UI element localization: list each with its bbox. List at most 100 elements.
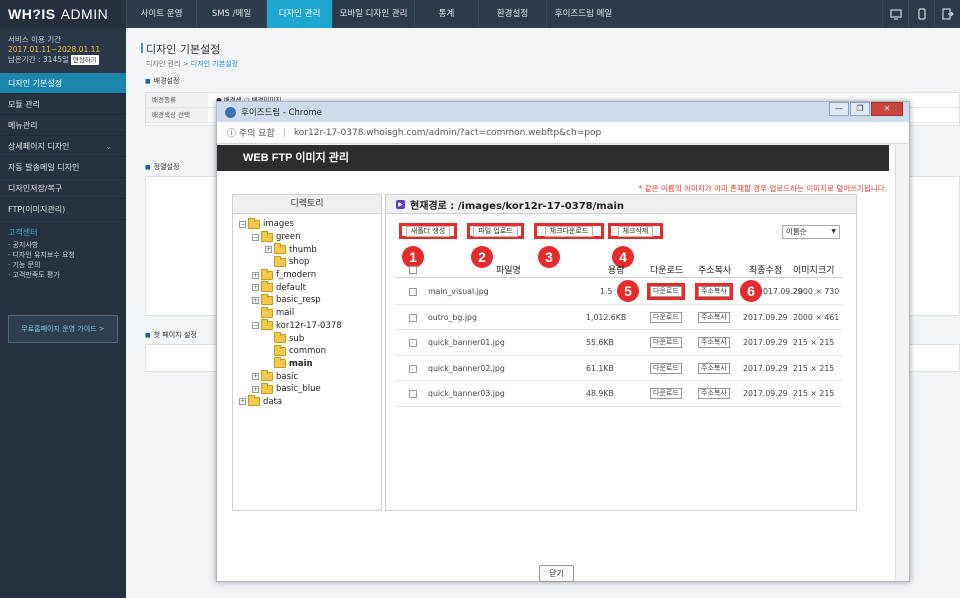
tree-node[interactable]: − green	[239, 230, 381, 244]
copy-address-button[interactable]: 주소복사	[698, 362, 730, 374]
collapse-icon[interactable]: −	[252, 233, 259, 241]
popup-scrollbar[interactable]	[895, 145, 909, 581]
tree-node[interactable]: − kor12r-17-0378	[239, 319, 381, 333]
sidebar-item[interactable]: 디자인저장/복구	[0, 178, 126, 199]
sidebar-item[interactable]: 자동 발송메일 디자인	[0, 157, 126, 178]
file-upload-button[interactable]: 파일 업로드	[467, 223, 524, 239]
row-checkbox[interactable]	[409, 339, 417, 348]
tree-node-label[interactable]: basic	[276, 372, 298, 382]
sidebar-item[interactable]: 디자인 기본설정	[0, 73, 126, 94]
expand-icon[interactable]: +	[252, 284, 259, 292]
sidebar-item[interactable]: 모듈 관리	[0, 94, 126, 115]
logout-icon[interactable]	[934, 0, 960, 28]
top-nav-item[interactable]: 환경설정	[478, 0, 546, 28]
row-checkbox[interactable]	[409, 288, 417, 296]
expand-icon[interactable]: +	[265, 246, 272, 254]
expand-icon[interactable]: +	[252, 373, 259, 381]
tree-node[interactable]: mail	[239, 306, 381, 320]
minimize-button[interactable]: —	[829, 102, 849, 116]
tree-node-label[interactable]: default	[276, 283, 306, 293]
extend-button[interactable]: 연장하기	[70, 55, 99, 65]
row-checkbox[interactable]	[409, 313, 417, 322]
tree-node-label[interactable]: green	[276, 232, 301, 242]
tree-node-label[interactable]: images	[263, 219, 294, 229]
file-name[interactable]: outro_bg.jpg	[428, 313, 477, 322]
sort-select[interactable]: 이름순	[782, 225, 840, 239]
tree-node-label[interactable]: basic_blue	[276, 384, 321, 394]
tree-node[interactable]: + thumb	[239, 243, 381, 256]
expand-icon[interactable]: +	[252, 271, 259, 279]
copy-address-button[interactable]: 주소복사	[698, 311, 730, 323]
tree-node[interactable]: + basic_blue	[239, 382, 381, 396]
tree-node[interactable]: main	[239, 357, 381, 371]
row-checkbox[interactable]	[409, 364, 417, 373]
tree-node[interactable]: common	[239, 344, 381, 358]
check-delete-button[interactable]: 체크삭제	[608, 223, 663, 239]
check-download-button[interactable]: 체크다운로드	[534, 223, 604, 239]
security-warning[interactable]: ⓘ 주의 요함	[227, 126, 275, 139]
file-name[interactable]: quick_banner02.jpg	[428, 364, 505, 373]
tree-node-label[interactable]: shop	[289, 257, 309, 267]
top-nav-item[interactable]: SMS /메일	[196, 0, 266, 28]
popup-titlebar[interactable]: 후이즈드림 - Chrome — ❐ ✕	[217, 102, 909, 122]
customer-center-link[interactable]: · 공지사항	[8, 240, 118, 250]
breadcrumb-current[interactable]: 디자인 기본설정	[191, 60, 238, 68]
chevron-down-icon[interactable]: ⌄	[105, 136, 112, 157]
download-button[interactable]: 다운로드	[650, 337, 682, 349]
file-name[interactable]: quick_banner01.jpg	[428, 338, 505, 347]
close-button[interactable]: 닫기	[539, 565, 574, 582]
expand-icon[interactable]: +	[252, 385, 259, 393]
file-name[interactable]: quick_banner03.jpg	[428, 389, 505, 398]
top-nav-item[interactable]: 후이즈드림 메일	[546, 0, 620, 28]
tree-node[interactable]: shop	[239, 255, 381, 269]
tree-node-label[interactable]: f_modern	[276, 270, 316, 280]
expand-icon[interactable]: +	[252, 296, 259, 304]
download-button[interactable]: 다운로드	[647, 283, 685, 300]
file-name[interactable]: main_visual.jpg	[428, 287, 489, 296]
mobile-icon[interactable]	[908, 0, 934, 28]
top-nav-item[interactable]: 디자인 관리	[266, 0, 332, 28]
tree-node[interactable]: + f_modern	[239, 268, 381, 282]
copy-address-button[interactable]: 주소복사	[698, 337, 730, 349]
tree-node-label[interactable]: main	[289, 359, 313, 369]
top-nav-item[interactable]: 모바일 디자인 관리	[332, 0, 414, 28]
tree-node-label[interactable]: basic_resp	[276, 295, 321, 305]
customer-center-link[interactable]: · 디자인 유지보수 요청	[8, 250, 118, 260]
url-text[interactable]: kor12r-17-0378.whoisgh.com/admin/?act=co…	[294, 128, 601, 138]
tree-node-label[interactable]: data	[263, 397, 282, 407]
tree-node-label[interactable]: common	[289, 346, 326, 356]
top-nav-item[interactable]: 통계	[414, 0, 478, 28]
tree-node[interactable]: + basic	[239, 370, 381, 383]
window-close-button[interactable]: ✕	[871, 102, 903, 116]
tree-node[interactable]: + basic_resp	[239, 293, 381, 307]
sidebar-item[interactable]: 상세페이지 디자인 ⌄	[0, 136, 126, 157]
logo[interactable]: WH?IS ADMIN	[0, 0, 126, 28]
copy-address-button[interactable]: 주소복사	[695, 283, 733, 300]
tree-node[interactable]: − images	[239, 217, 381, 231]
tree-node[interactable]: + default	[239, 281, 381, 294]
sidebar-item[interactable]: 메뉴관리	[0, 115, 126, 136]
row-checkbox[interactable]	[409, 390, 417, 399]
new-folder-button[interactable]: 새폴더 생성	[399, 223, 457, 239]
download-button[interactable]: 다운로드	[650, 388, 682, 400]
select-all-checkbox[interactable]	[409, 266, 417, 274]
sidebar-item[interactable]: FTP(이미지관리)	[0, 199, 126, 220]
tree-node-label[interactable]: kor12r-17-0378	[276, 321, 342, 331]
top-nav-item[interactable]: 사이트 운영	[126, 0, 196, 28]
maximize-button[interactable]: ❐	[850, 102, 870, 116]
guide-button[interactable]: 무료홈페이지 운영 가이드 >	[8, 315, 118, 343]
monitor-icon[interactable]	[882, 0, 908, 28]
expand-icon[interactable]: +	[239, 398, 246, 406]
download-button[interactable]: 다운로드	[650, 311, 682, 323]
tree-node[interactable]: + data	[239, 395, 381, 409]
customer-center-link[interactable]: · 기능 문의	[8, 260, 118, 270]
tree-node-label[interactable]: thumb	[289, 245, 317, 255]
tree-node[interactable]: sub	[239, 332, 381, 345]
download-button[interactable]: 다운로드	[650, 362, 682, 374]
collapse-icon[interactable]: −	[252, 322, 259, 330]
tree-node-label[interactable]: sub	[289, 334, 304, 344]
customer-center-link[interactable]: · 고객만족도 평가	[8, 270, 118, 280]
address-bar[interactable]: ⓘ 주의 요함 | kor12r-17-0378.whoisgh.com/adm…	[217, 122, 909, 144]
copy-address-button[interactable]: 주소복사	[698, 388, 730, 400]
collapse-icon[interactable]: −	[239, 220, 246, 228]
